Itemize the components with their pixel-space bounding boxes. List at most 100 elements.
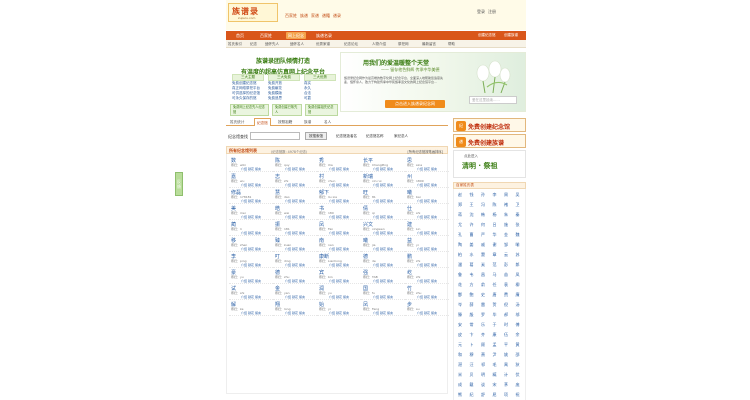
memorial-action-flower[interactable]: 献花 <box>380 295 386 299</box>
surname-link[interactable]: 臧 <box>493 372 497 378</box>
memorial-actions[interactable]: 介绍 献花 留言 <box>373 247 393 251</box>
top-link[interactable]: 家谱 <box>311 13 319 19</box>
memorial-actions[interactable]: 介绍 献花 留言 <box>241 199 261 203</box>
memorial-action-flower[interactable]: 献花 <box>292 231 298 235</box>
surname-link[interactable]: 罗 <box>481 312 485 318</box>
memorial-action-flower[interactable]: 献花 <box>292 215 298 219</box>
promo-item[interactable]: 可永久保存的馆 <box>232 96 264 101</box>
memorial-action-flower[interactable]: 献花 <box>336 295 342 299</box>
memorial-cell[interactable]: 移祭扫：zhen 介绍 献花 留言 <box>229 236 273 252</box>
memorial-actions[interactable]: 介绍 献花 留言 <box>373 199 393 203</box>
memorial-action-flower[interactable]: 献花 <box>380 231 386 235</box>
nav-create-memorial[interactable]: 创建纪念馆 <box>478 32 496 39</box>
memorial-action-intro[interactable]: 介绍 <box>285 263 291 267</box>
memorial-action-intro[interactable]: 介绍 <box>285 167 291 171</box>
memorial-action-flower[interactable]: 献花 <box>292 295 298 299</box>
subnav-item[interactable]: 缅怀名人 <box>290 41 304 47</box>
memorial-actions[interactable]: 介绍 献花 留言 <box>285 199 305 203</box>
memorial-actions[interactable]: 介绍 献花 留言 <box>241 263 261 267</box>
surname-link[interactable]: 和 <box>458 352 462 358</box>
memorial-cell[interactable]: 曦祭扫：bai 介绍 献花 留言 <box>405 188 449 204</box>
memorial-action-intro[interactable]: 介绍 <box>373 263 379 267</box>
promo-button[interactable]: 免费创建已故先人 <box>272 104 302 116</box>
search-input[interactable] <box>250 132 300 140</box>
memorial-action-intro[interactable]: 介绍 <box>417 247 423 251</box>
memorial-action-message[interactable]: 留言 <box>387 279 393 283</box>
list-sort-link[interactable]: [所有纪念馆按笔画排序] <box>407 149 443 154</box>
memorial-cell[interactable]: 宾祭扫：bin 介绍 献花 留言 <box>317 268 361 284</box>
memorial-action-message[interactable]: 留言 <box>387 215 393 219</box>
memorial-action-flower[interactable]: 献花 <box>248 263 254 267</box>
memorial-action-message[interactable]: 留言 <box>343 311 349 315</box>
surname-link[interactable]: 王 <box>470 202 474 208</box>
surname-link[interactable]: 邵 <box>516 352 520 358</box>
memorial-action-message[interactable]: 留言 <box>431 231 437 235</box>
memorial-actions[interactable]: 介绍 献花 留言 <box>373 279 393 283</box>
memorial-actions[interactable]: 介绍 献花 留言 <box>241 231 261 235</box>
memorial-actions[interactable]: 介绍 献花 留言 <box>329 167 349 171</box>
memorial-action-flower[interactable]: 献花 <box>292 199 298 203</box>
memorial-action-message[interactable]: 留言 <box>343 167 349 171</box>
surname-link[interactable]: 任 <box>493 282 497 288</box>
surname-link[interactable]: 陈 <box>493 202 497 208</box>
surname-link[interactable]: 计 <box>504 372 508 378</box>
memorial-cell[interactable]: 翔祭扫：long 介绍 献花 留言 <box>273 300 317 316</box>
memorial-action-intro[interactable]: 介绍 <box>329 279 335 283</box>
memorial-action-message[interactable]: 留言 <box>255 183 261 187</box>
memorial-cell[interactable]: 修磊 祭扫：178181 介绍 献花 留言 <box>229 188 273 204</box>
memorial-action-flower[interactable]: 献花 <box>424 247 430 251</box>
memorial-action-intro[interactable]: 介绍 <box>417 279 423 283</box>
memorial-actions[interactable]: 介绍 献花 留言 <box>417 167 437 171</box>
surname-link[interactable]: 陶 <box>458 242 462 248</box>
memorial-cell[interactable]: 美祭扫：mei 介绍 献花 留言 <box>229 204 273 220</box>
surname-link[interactable]: 汪 <box>470 362 474 368</box>
memorial-cell[interactable]: 润祭扫：yu 介绍 献花 留言 <box>317 284 361 300</box>
memorial-action-message[interactable]: 留言 <box>299 295 305 299</box>
surname-link[interactable]: 舒 <box>481 392 485 398</box>
surname-link[interactable]: 项 <box>504 392 508 398</box>
memorial-cell[interactable]: 豪祭扫：yu 介绍 献花 留言 <box>229 268 273 284</box>
memorial-cell[interactable]: 州祭扫：1809 介绍 献花 留言 <box>405 172 449 188</box>
surname-link[interactable]: 汤 <box>516 302 520 308</box>
memorial-action-intro[interactable]: 介绍 <box>329 183 335 187</box>
site-logo[interactable]: 族谱录 zupulu.com <box>228 3 278 22</box>
surname-link[interactable]: 毕 <box>493 312 497 318</box>
memorial-action-intro[interactable]: 介绍 <box>285 279 291 283</box>
surname-link[interactable]: 袁 <box>504 282 508 288</box>
memorial-cell[interactable]: 凤祭扫：Feng 介绍 献花 留言 <box>361 300 405 316</box>
memorial-actions[interactable]: 介绍 献花 留言 <box>417 215 437 219</box>
memorial-actions[interactable]: 介绍 献花 留言 <box>373 231 393 235</box>
memorial-actions[interactable]: 介绍 献花 留言 <box>373 167 393 171</box>
memorial-action-message[interactable]: 留言 <box>299 263 305 267</box>
memorial-cell[interactable]: 书祭扫：180 介绍 献花 留言 <box>317 204 361 220</box>
tab-famous[interactable]: 名人 <box>322 118 333 126</box>
subnav-item[interactable]: 优秀家谱 <box>316 41 330 47</box>
memorial-action-flower[interactable]: 献花 <box>248 279 254 283</box>
memorial-action-intro[interactable]: 介绍 <box>417 231 423 235</box>
memorial-action-intro[interactable]: 介绍 <box>241 199 247 203</box>
memorial-action-flower[interactable]: 献花 <box>336 311 342 315</box>
memorial-actions[interactable]: 介绍 献花 留言 <box>329 263 349 267</box>
memorial-action-intro[interactable]: 介绍 <box>373 183 379 187</box>
surname-link[interactable]: 湛 <box>458 362 462 368</box>
surname-link[interactable]: 卫 <box>516 202 520 208</box>
memorial-action-message[interactable]: 留言 <box>255 231 261 235</box>
memorial-cell[interactable]: 倩祭扫：qi 介绍 献花 留言 <box>361 204 405 220</box>
surname-link[interactable]: 魏 <box>516 232 520 238</box>
memorial-actions[interactable]: 介绍 献花 留言 <box>285 247 305 251</box>
surname-link[interactable]: 平 <box>504 342 508 348</box>
memorial-action-message[interactable]: 留言 <box>431 199 437 203</box>
surname-link[interactable]: 顾 <box>481 342 485 348</box>
memorial-action-message[interactable]: 留言 <box>387 231 393 235</box>
memorial-actions[interactable]: 介绍 献花 留言 <box>285 183 305 187</box>
subnav-item[interactable]: 姓氏索引 <box>228 41 242 47</box>
memorial-action-message[interactable]: 留言 <box>255 295 261 299</box>
memorial-action-message[interactable]: 留言 <box>255 167 261 171</box>
memorial-action-flower[interactable]: 献花 <box>248 311 254 315</box>
nav-create-genealogy[interactable]: 创建族谱 <box>504 32 518 39</box>
surname-link[interactable]: 曹 <box>470 232 474 238</box>
memorial-actions[interactable]: 介绍 献花 留言 <box>417 247 437 251</box>
memorial-actions[interactable]: 介绍 献花 留言 <box>241 215 261 219</box>
memorial-actions[interactable]: 介绍 献花 留言 <box>329 279 349 283</box>
surname-link[interactable]: 常 <box>470 322 474 328</box>
